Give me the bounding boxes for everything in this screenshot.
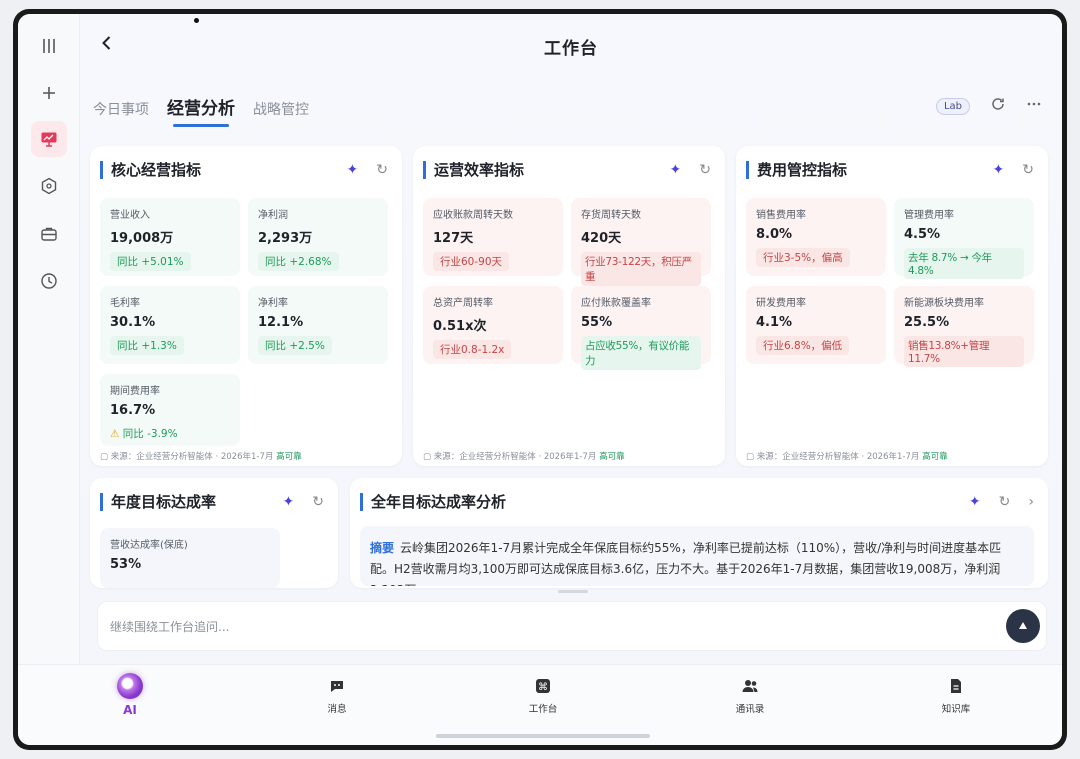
- nav-ai[interactable]: AI: [90, 673, 170, 717]
- chart-icon[interactable]: [31, 121, 67, 157]
- source-note: ▢ 来源：企业经营分析智能体 · 2026年1-7月 高可靠: [746, 452, 948, 462]
- card-title: 全年目标达成率分析: [360, 493, 506, 511]
- metric-period-expense[interactable]: 期间费用率 16.7% ⚠ 同比 -3.9%: [100, 374, 240, 446]
- top-actions: Lab: [935, 96, 1042, 116]
- main-area: 工作台 今日事项 经营分析 战略管控 Lab 核心经营指标 ✦ ↻ 营业收入 1…: [80, 14, 1062, 664]
- sparkle-icon[interactable]: ✦: [969, 494, 981, 510]
- document-icon: ▢: [100, 452, 109, 462]
- summary-text: 云岭集团2026年1-7月累计完成全年保底目标约55%，净利率已提前达标（110…: [370, 541, 1002, 586]
- card-core-metrics: 核心经营指标 ✦ ↻ 营业收入 19,008万 同比 +5.01% 净利润 2,…: [90, 146, 402, 466]
- card-annual-analysis: 全年目标达成率分析 ✦ ↻ › 摘要 云岭集团2026年1-7月累计完成全年保底目…: [350, 478, 1048, 588]
- metric-net-profit[interactable]: 净利润 2,293万 同比 +2.68%: [248, 198, 388, 276]
- source-note: ▢ 来源：企业经营分析智能体 · 2026年1-7月 高可靠: [423, 452, 625, 462]
- metric-net-margin[interactable]: 净利率 12.1% 同比 +2.5%: [248, 286, 388, 364]
- metric-ap-coverage[interactable]: 应付账款覆盖率 55% 占应收55%，有议价能力: [571, 286, 711, 370]
- drag-handle[interactable]: [558, 590, 588, 593]
- refresh-icon[interactable]: ↻: [376, 162, 388, 178]
- plus-icon[interactable]: [31, 75, 67, 111]
- metric-sales-expense[interactable]: 销售费用率 8.0% 行业3-5%，偏高: [746, 198, 886, 276]
- top-bar: 工作台: [80, 14, 1062, 74]
- bottom-nav: AI 消息 ⌘ 工作台 通讯录 知识库: [18, 664, 1062, 745]
- document-icon: [951, 679, 961, 693]
- clock-icon[interactable]: [31, 263, 67, 299]
- document-icon: ▢: [423, 452, 432, 462]
- briefcase-icon[interactable]: [31, 216, 67, 252]
- card-ops-efficiency: 运营效率指标 ✦ ↻ 应收账款周转天数 127天 行业60-90天 存货周转天数…: [413, 146, 725, 466]
- sparkle-icon[interactable]: ✦: [670, 162, 682, 178]
- ai-orb-icon: [117, 673, 143, 699]
- svg-text:⌘: ⌘: [538, 682, 548, 693]
- metric-asset-turnover[interactable]: 总资产周转率 0.51x次 行业0.8-1.2x: [423, 286, 563, 364]
- card-title: 费用管控指标: [746, 161, 847, 179]
- warning-icon: ⚠: [110, 428, 120, 440]
- ask-placeholder: 继续围绕工作台追问...: [110, 620, 230, 634]
- tab-bar: 今日事项 经营分析 战略管控: [93, 94, 309, 127]
- summary-box: 摘要 云岭集团2026年1-7月累计完成全年保底目标约55%，净利率已提前达标（1…: [360, 526, 1034, 586]
- summary-tag: 摘要: [370, 541, 395, 555]
- message-icon: [331, 681, 343, 692]
- refresh-icon[interactable]: ↻: [999, 494, 1011, 510]
- metric-admin-expense[interactable]: 管理费用率 4.5% 去年 8.7% → 今年 4.8%: [894, 198, 1034, 279]
- send-button[interactable]: [1006, 609, 1040, 643]
- tab-strategy[interactable]: 战略管控: [253, 99, 309, 127]
- refresh-icon[interactable]: ↻: [1022, 162, 1034, 178]
- metric-revenue[interactable]: 营业收入 19,008万 同比 +5.01%: [100, 198, 240, 276]
- refresh-icon[interactable]: ↻: [312, 494, 324, 510]
- nav-message[interactable]: 消息: [297, 677, 377, 715]
- metric-new-energy-expense[interactable]: 新能源板块费用率 25.5% 销售13.8%+管理11.7%: [894, 286, 1034, 367]
- card-title: 运营效率指标: [423, 161, 524, 179]
- camera-dot: [194, 18, 199, 23]
- reliability-link[interactable]: 高可靠: [599, 452, 625, 462]
- page-title: 工作台: [544, 39, 598, 59]
- sparkle-icon[interactable]: ✦: [283, 494, 295, 510]
- chevron-right-icon[interactable]: ›: [1028, 494, 1034, 510]
- card-title: 核心经营指标: [100, 161, 201, 179]
- screen: 工作台 今日事项 经营分析 战略管控 Lab 核心经营指标 ✦ ↻ 营业收入 1…: [18, 14, 1062, 745]
- refresh-icon[interactable]: [990, 96, 1006, 116]
- metric-ar-days[interactable]: 应收账款周转天数 127天 行业60-90天: [423, 198, 563, 276]
- nav-contacts[interactable]: 通讯录: [710, 677, 790, 715]
- hexagon-icon[interactable]: [31, 168, 67, 204]
- device-frame: 工作台 今日事项 经营分析 战略管控 Lab 核心经营指标 ✦ ↻ 营业收入 1…: [13, 9, 1067, 750]
- nav-knowledge[interactable]: 知识库: [916, 677, 996, 715]
- source-note: ▢ 来源：企业经营分析智能体 · 2026年1-7月 高可靠: [100, 452, 302, 462]
- reliability-link[interactable]: 高可靠: [922, 452, 948, 462]
- more-icon[interactable]: [1026, 96, 1042, 116]
- metric-rd-expense[interactable]: 研发费用率 4.1% 行业6.8%，偏低: [746, 286, 886, 364]
- contacts-icon: [742, 680, 758, 692]
- card-annual-target: 年度目标达成率 ✦ ↻ 营收达成率(保底) 53%: [90, 478, 338, 588]
- metric-revenue-attainment[interactable]: 营收达成率(保底) 53%: [100, 528, 280, 588]
- lab-badge[interactable]: Lab: [935, 97, 970, 115]
- nav-workbench[interactable]: ⌘ 工作台: [503, 677, 583, 715]
- tab-business-analysis[interactable]: 经营分析: [167, 94, 235, 127]
- document-icon: ▢: [746, 452, 755, 462]
- reliability-link[interactable]: 高可靠: [276, 452, 302, 462]
- command-icon: ⌘: [536, 679, 550, 693]
- metric-gross-margin[interactable]: 毛利率 30.1% 同比 +1.3%: [100, 286, 240, 364]
- left-rail: [18, 14, 80, 664]
- card-cost-control: 费用管控指标 ✦ ↻ 销售费用率 8.0% 行业3-5%，偏高 管理费用率 4.…: [736, 146, 1048, 466]
- refresh-icon[interactable]: ↻: [699, 162, 711, 178]
- card-title: 年度目标达成率: [100, 493, 216, 511]
- metric-inventory-days[interactable]: 存货周转天数 420天 行业73-122天，积压严重: [571, 198, 711, 286]
- home-indicator: [436, 734, 650, 738]
- sparkle-icon[interactable]: ✦: [993, 162, 1005, 178]
- sparkle-icon[interactable]: ✦: [347, 162, 359, 178]
- ask-input[interactable]: 继续围绕工作台追问...: [97, 601, 1047, 651]
- tab-today[interactable]: 今日事项: [93, 99, 149, 127]
- menu-icon[interactable]: [31, 28, 67, 64]
